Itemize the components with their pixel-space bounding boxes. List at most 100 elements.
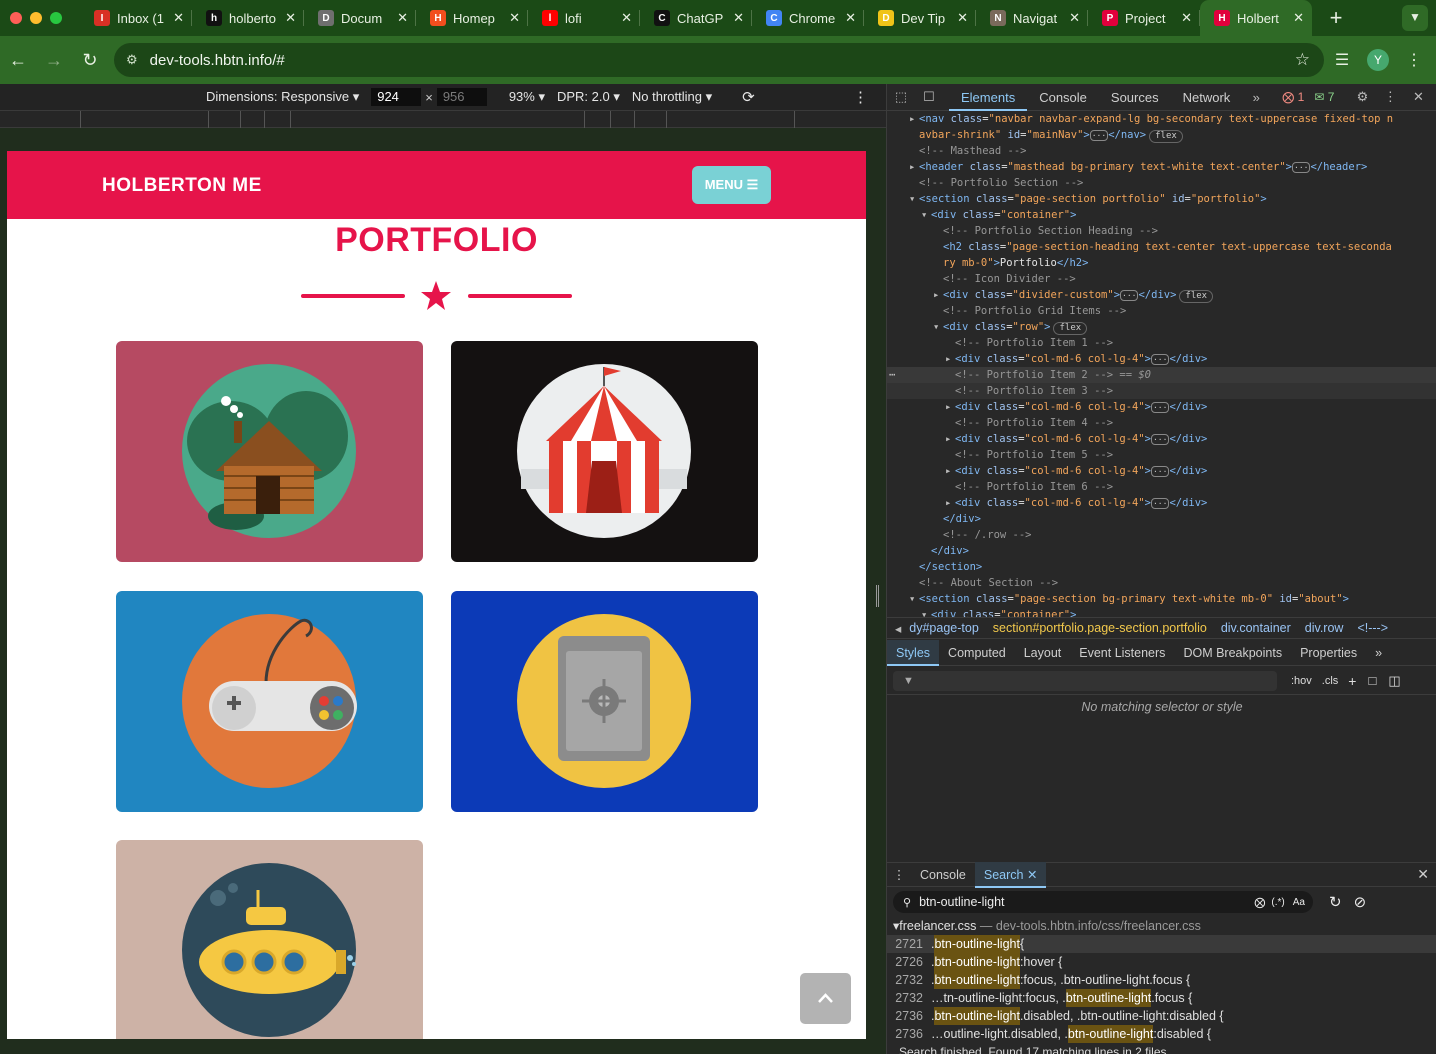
browser-tab[interactable]: l lofi ✕ [528, 0, 640, 36]
dom-node-line[interactable]: ▾ <div class="row"> flex [887, 319, 1436, 335]
devtools-tab-network[interactable]: Network [1171, 84, 1243, 111]
dom-node-line[interactable]: <!-- Portfolio Section Heading --> [887, 223, 1436, 239]
expand-arrow-icon[interactable]: ▸ [945, 431, 951, 447]
scroll-to-top-button[interactable] [800, 973, 851, 1024]
styles-tab-styles[interactable]: Styles [887, 639, 940, 666]
close-tab-icon[interactable]: ✕ [733, 10, 744, 26]
styles-tab-layout[interactable]: Layout [1015, 640, 1071, 666]
breadcrumb-item[interactable]: section#portfolio.page-section.portfolio [993, 621, 1207, 635]
expand-arrow-icon[interactable]: ▸ [933, 287, 939, 303]
search-result-line[interactable]: 2736. btn-outline-light .disabled, .btn-ou… [887, 1007, 1436, 1025]
clear-search-icon[interactable]: ⨂ [1254, 896, 1265, 909]
search-result-line[interactable]: 2726. btn-outline-light:hover { [887, 953, 1436, 971]
regex-toggle[interactable]: (.*) [1271, 897, 1284, 908]
dom-node-line[interactable]: <!-- Portfolio Grid Items --> [887, 303, 1436, 319]
styles-filter-input[interactable]: ▼ [893, 670, 1277, 691]
close-drawer-icon[interactable]: ✕ [1417, 866, 1429, 883]
dom-node-line[interactable]: ▾ <section class="page-section portfolio"… [887, 191, 1436, 207]
dom-node-line[interactable]: </div> [887, 543, 1436, 559]
portfolio-item-game[interactable] [116, 591, 423, 812]
zoom-dropdown[interactable]: 93% ▾ [509, 89, 545, 105]
issues-badges[interactable]: ⨂ 1 ✉ 7 [1282, 90, 1334, 104]
dom-node-line[interactable]: ▸ <div class="divider-custom"> ··· </div> fl… [887, 287, 1436, 303]
dom-node-line[interactable]: <!-- Portfolio Item 1 --> [887, 335, 1436, 351]
maximize-window-button[interactable] [50, 12, 62, 24]
portfolio-item-circus[interactable] [451, 341, 758, 562]
dom-node-line[interactable]: ▸ <div class="col-md-6 col-lg-4"> ··· </div… [887, 399, 1436, 415]
crumbs-scroll-left-icon[interactable]: ◂ [895, 621, 901, 636]
expand-arrow-icon[interactable]: ▾ [921, 207, 927, 223]
minimize-window-button[interactable] [30, 12, 42, 24]
dom-node-line[interactable]: <!-- /.row --> [887, 527, 1436, 543]
address-bar[interactable]: ⚙ dev-tools.hbtn.info/# ☆ [114, 43, 1324, 77]
drawer-tab-search[interactable]: Search ✕ [974, 861, 1047, 888]
tab-search-button[interactable]: ▼ [1402, 5, 1428, 31]
close-tab-icon[interactable]: ✕ [845, 10, 856, 26]
close-window-button[interactable] [10, 12, 22, 24]
back-button[interactable]: ← [0, 50, 36, 71]
dimensions-dropdown[interactable]: Dimensions: Responsive ▾ [206, 89, 359, 105]
site-brand[interactable]: HOLBERTON ME [102, 175, 262, 197]
expand-arrow-icon[interactable]: ▸ [945, 351, 951, 367]
close-tab-icon[interactable]: ✕ [173, 10, 184, 26]
styles-tab-dom-breakpoints[interactable]: DOM Breakpoints [1174, 640, 1291, 666]
customize-menu-icon[interactable]: ⋮ [1376, 89, 1404, 105]
browser-menu-icon[interactable]: ⋮ [1396, 50, 1432, 70]
bookmark-star-icon[interactable]: ☆ [1295, 50, 1310, 70]
drawer-menu-icon[interactable]: ⋮ [887, 867, 911, 882]
error-count[interactable]: ⨂ 1 [1282, 90, 1304, 104]
dom-node-line[interactable]: </div> [887, 511, 1436, 527]
paint-brush-icon[interactable]: □ [1368, 673, 1376, 688]
browser-tab[interactable]: P Project ✕ [1088, 0, 1200, 36]
browser-tab[interactable]: h holberto ✕ [192, 0, 304, 36]
dom-node-line[interactable]: <!-- About Section --> [887, 575, 1436, 591]
search-result-line[interactable]: 2736 …outline-light.disabled, . btn-outlin… [887, 1025, 1436, 1043]
expand-arrow-icon[interactable]: ▸ [945, 463, 951, 479]
dom-node-line[interactable]: ry mb-0">Portfolio</h2> [887, 255, 1436, 271]
reload-button[interactable]: ↻ [72, 50, 108, 71]
expand-arrow-icon[interactable]: ▾ [909, 191, 915, 207]
styles-tab-event-listeners[interactable]: Event Listeners [1070, 640, 1174, 666]
dom-node-line[interactable]: <!-- Portfolio Item 6 --> [887, 479, 1436, 495]
dom-node-line[interactable]: <!-- Icon Divider --> [887, 271, 1436, 287]
more-subtabs-icon[interactable]: » [1366, 640, 1391, 666]
dom-node-line[interactable]: ⋯ <!-- Portfolio Item 2 --> == $0 [887, 367, 1436, 383]
dom-node-line[interactable]: ▸ <header class="masthead bg-primary text… [887, 159, 1436, 175]
dom-node-line[interactable]: ▸ <div class="col-md-6 col-lg-4"> ··· </div… [887, 495, 1436, 511]
dom-node-line[interactable]: ▸ <div class="col-md-6 col-lg-4"> ··· </div… [887, 431, 1436, 447]
add-rule-icon[interactable]: + [1348, 673, 1356, 689]
inspect-element-icon[interactable]: ⬚ [887, 89, 915, 105]
styles-tab-properties[interactable]: Properties [1291, 640, 1366, 666]
rotate-icon[interactable]: ⟳ [742, 88, 755, 106]
expand-arrow-icon[interactable]: ▾ [909, 591, 915, 607]
browser-tab[interactable]: H Homep ✕ [416, 0, 528, 36]
browser-tab[interactable]: C ChatGP ✕ [640, 0, 752, 36]
close-search-tab-icon[interactable]: ✕ [1027, 868, 1037, 882]
dom-node-line[interactable]: ▸ <div class="col-md-6 col-lg-4"> ··· </div… [887, 351, 1436, 367]
expand-arrow-icon[interactable]: ▸ [945, 495, 951, 511]
menu-button[interactable]: MENU ☰ [692, 166, 771, 204]
expand-arrow-icon[interactable]: ▸ [945, 399, 951, 415]
browser-tab[interactable]: C Chrome ✕ [752, 0, 864, 36]
device-toggle-icon[interactable]: ☐ [915, 89, 943, 105]
close-tab-icon[interactable]: ✕ [509, 10, 520, 26]
close-tab-icon[interactable]: ✕ [957, 10, 968, 26]
site-info-icon[interactable]: ⚙ [126, 52, 138, 68]
devtools-tab-elements[interactable]: Elements [949, 84, 1028, 111]
message-count[interactable]: ✉ 7 [1314, 90, 1334, 104]
close-tab-icon[interactable]: ✕ [1181, 10, 1192, 26]
height-input[interactable]: 956 [436, 88, 487, 106]
dom-node-line[interactable]: <!-- Portfolio Item 3 --> [887, 383, 1436, 399]
close-tab-icon[interactable]: ✕ [1293, 10, 1304, 26]
dom-node-line[interactable]: ▸ <div class="col-md-6 col-lg-4"> ··· </div… [887, 463, 1436, 479]
search-result-line[interactable]: 2732 …tn-outline-light:focus, . btn-outlin… [887, 989, 1436, 1007]
dom-node-line[interactable]: ▾ <div class="container"> [887, 207, 1436, 223]
profile-avatar[interactable]: Y [1367, 49, 1389, 71]
forward-button[interactable]: → [36, 50, 72, 71]
expand-arrow-icon[interactable]: ▸ [909, 159, 915, 175]
portfolio-item-submarine[interactable] [116, 840, 423, 1039]
dom-node-line[interactable]: avbar-shrink" id="mainNav"> ··· </nav> flex [887, 127, 1436, 143]
close-tab-icon[interactable]: ✕ [285, 10, 296, 26]
result-file[interactable]: ▾freelancer.css — dev-tools.hbtn.info/cs… [887, 917, 1436, 935]
devtools-tab-sources[interactable]: Sources [1099, 84, 1171, 111]
